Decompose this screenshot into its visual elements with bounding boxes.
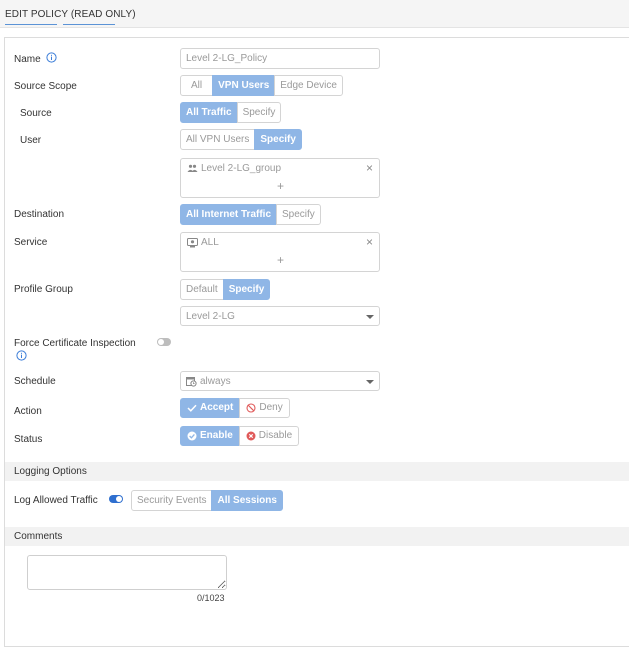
source-specify[interactable]: Specify [236, 102, 282, 123]
disable-label: Disable [258, 430, 293, 441]
action-deny-button[interactable]: Deny [239, 398, 290, 418]
profile-group-select[interactable]: Level 2-LG [180, 306, 380, 326]
source-scope-all[interactable]: All [180, 75, 214, 96]
log-allowed-traffic-label: Log Allowed Traffic [14, 495, 98, 506]
schedule-select[interactable]: always [180, 371, 380, 391]
action-label: Action [14, 406, 42, 417]
status-disable-button[interactable]: Disable [238, 426, 300, 446]
log-allowed-traffic-toggle[interactable] [109, 495, 123, 503]
x-circle-icon [246, 431, 256, 441]
name-label: Name [14, 54, 41, 65]
check-icon [187, 404, 197, 412]
schedule-value: always [200, 376, 231, 387]
logging-mode-selector: Security Events All Sessions [131, 490, 283, 511]
status-selector: Enable Disable [180, 426, 300, 446]
chevron-down-icon [366, 380, 374, 384]
schedule-value-wrap: always [186, 376, 231, 387]
logging-section-header: Logging Options [5, 462, 629, 481]
user-label: User [20, 135, 42, 146]
close-icon[interactable]: × [366, 161, 373, 175]
title-underline [63, 24, 115, 25]
comments-textarea[interactable] [27, 555, 227, 590]
logging-heading: Logging Options [14, 466, 87, 477]
status-label: Status [14, 434, 43, 445]
service-tag-label: ALL [201, 237, 219, 248]
accept-label: Accept [200, 402, 234, 413]
chevron-down-icon [366, 315, 374, 319]
user-selector: All VPN Users Specify [180, 129, 302, 150]
profile-group-specify[interactable]: Specify [222, 279, 271, 300]
policy-form: Name Level 2-LG_Policy Source Scope All … [4, 37, 629, 647]
action-accept-button[interactable]: Accept [180, 398, 241, 418]
service-icon [187, 237, 198, 247]
deny-icon [246, 403, 256, 413]
comments-heading: Comments [14, 531, 63, 542]
profile-group-selector: Default Specify [180, 279, 271, 300]
close-icon[interactable]: × [366, 235, 373, 249]
source-scope-label: Source Scope [14, 81, 77, 92]
title-bar: EDIT POLICY (READ ONLY) [0, 0, 629, 28]
profile-group-default[interactable]: Default [180, 279, 224, 300]
destination-specify[interactable]: Specify [276, 204, 321, 225]
service-label: Service [14, 237, 48, 248]
info-icon[interactable] [16, 350, 27, 364]
page-title: EDIT POLICY (READ ONLY) [5, 9, 136, 20]
source-scope-edge-device[interactable]: Edge Device [274, 75, 343, 96]
deny-label: Deny [259, 402, 283, 413]
logging-all-sessions[interactable]: All Sessions [211, 490, 283, 511]
comments-char-counter: 0/1023 [197, 593, 225, 603]
destination-selector: All Internet Traffic Specify [180, 204, 321, 225]
source-scope-vpn-users[interactable]: VPN Users [212, 75, 276, 96]
service-tag: ALL [187, 237, 219, 248]
source-label: Source [20, 108, 52, 119]
user-tag-label: Level 2-LG_group [201, 163, 282, 174]
source-scope-selector: All VPN Users Edge Device [180, 75, 343, 96]
enable-label: Enable [200, 430, 233, 441]
user-tag-box[interactable]: Level 2-LG_group × + [180, 158, 380, 198]
profile-group-label: Profile Group [14, 284, 73, 295]
user-specify[interactable]: Specify [254, 129, 302, 150]
schedule-label: Schedule [14, 376, 56, 387]
service-tag-box[interactable]: ALL × + [180, 232, 380, 272]
title-underline [5, 24, 57, 25]
destination-label: Destination [14, 209, 65, 220]
source-all-traffic[interactable]: All Traffic [180, 102, 238, 123]
source-selector: All Traffic Specify [180, 102, 282, 123]
logging-security-events[interactable]: Security Events [131, 490, 213, 511]
calendar-clock-icon [186, 377, 197, 387]
add-icon[interactable]: + [277, 253, 284, 267]
comments-section-header: Comments [5, 527, 629, 546]
destination-all-internet-traffic[interactable]: All Internet Traffic [180, 204, 278, 225]
name-input[interactable]: Level 2-LG_Policy [180, 48, 380, 69]
status-enable-button[interactable]: Enable [180, 426, 240, 446]
force-cert-toggle[interactable] [157, 338, 171, 346]
force-cert-label: Force Certificate Inspection [14, 338, 136, 349]
profile-group-value: Level 2-LG [186, 311, 235, 322]
user-tag: Level 2-LG_group [187, 163, 281, 174]
user-all-vpn-users[interactable]: All VPN Users [180, 129, 256, 150]
info-icon[interactable] [46, 52, 57, 66]
add-icon[interactable]: + [277, 179, 284, 193]
group-icon [187, 164, 198, 172]
action-selector: Accept Deny [180, 398, 290, 418]
check-circle-icon [187, 431, 197, 441]
